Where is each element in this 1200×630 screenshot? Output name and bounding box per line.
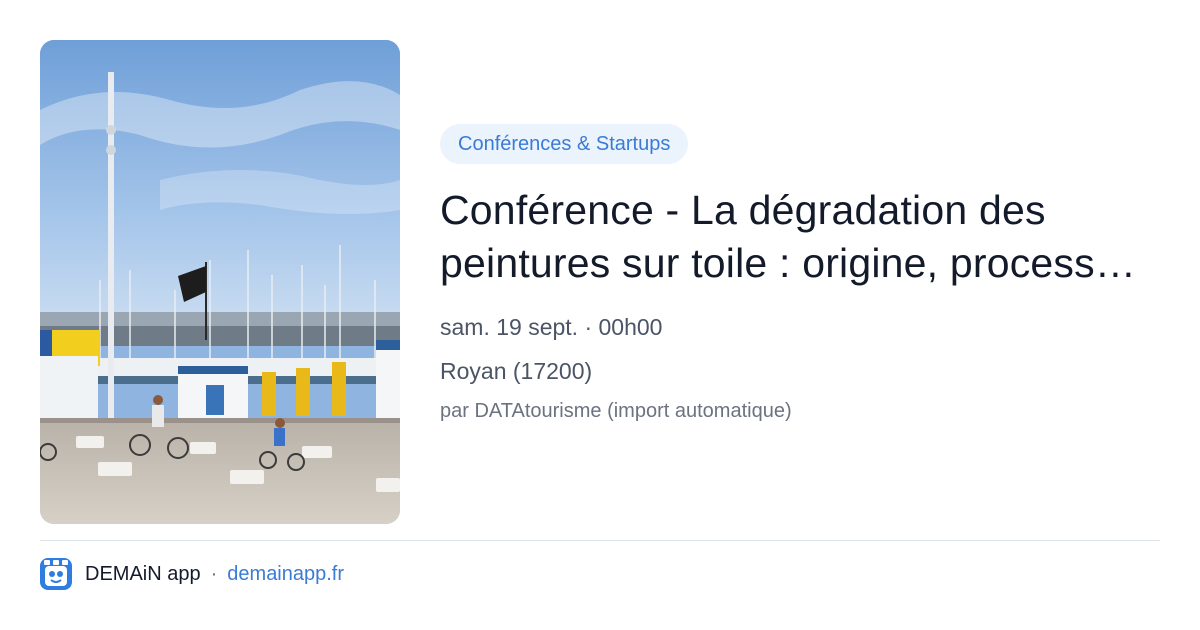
event-details: Conférences & Startups Conférence - La d… xyxy=(440,124,1160,424)
event-author: par DATAtourisme (import automatique) xyxy=(440,400,792,422)
event-title[interactable]: Conférence - La dégradation des peinture… xyxy=(440,184,1140,290)
footer-divider xyxy=(40,540,1160,541)
footer-app-name: DEMAiN app xyxy=(85,562,201,585)
footer-url-link[interactable]: demainapp.fr xyxy=(227,563,344,586)
event-date-time: sam. 19 sept. · 00h00 xyxy=(440,314,663,340)
event-location: Royan (17200) xyxy=(440,358,593,384)
event-photo xyxy=(40,40,400,524)
footer: DEMAiN app · demainapp.fr xyxy=(40,558,344,590)
demain-logo-icon xyxy=(40,558,72,590)
footer-separator: · xyxy=(210,562,218,585)
category-tag[interactable]: Conférences & Startups xyxy=(440,124,689,164)
